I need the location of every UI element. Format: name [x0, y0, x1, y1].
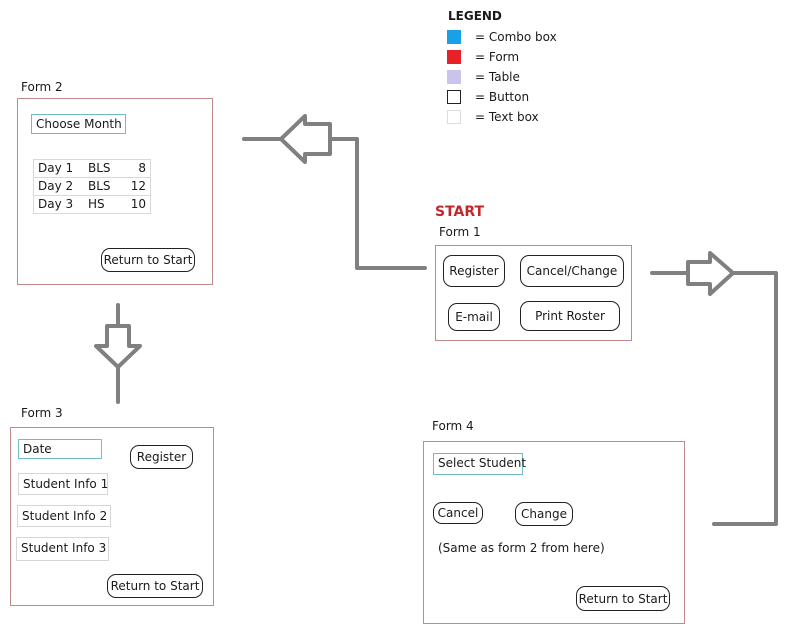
table-cell: HS — [84, 195, 122, 214]
legend-label: = Table — [475, 70, 520, 84]
legend-label: = Combo box — [475, 30, 557, 44]
form-swatch-icon — [447, 50, 461, 64]
print-roster-button[interactable]: Print Roster — [520, 301, 620, 331]
form2-box: Choose Month Day 1 BLS 8 Day 2 BLS 12 Da… — [17, 98, 213, 285]
legend-item-button: = Button — [447, 90, 529, 104]
table-cell: 12 — [122, 177, 151, 196]
table-row: Day 2 BLS 12 — [33, 177, 151, 196]
student-info-3-textbox[interactable]: Student Info 3 — [16, 537, 109, 561]
table-cell: Day 2 — [33, 177, 84, 196]
text-box-swatch-icon — [447, 110, 461, 124]
table-cell: 8 — [122, 159, 151, 178]
table-swatch-icon — [447, 70, 461, 84]
table-cell: 10 — [122, 195, 151, 214]
start-label: START — [435, 204, 485, 220]
form4-return-to-start-button[interactable]: Return to Start — [576, 586, 670, 611]
table-row: Day 3 HS 10 — [33, 195, 151, 214]
form4-note: (Same as form 2 from here) — [438, 541, 605, 555]
table-cell: Day 1 — [33, 159, 84, 178]
legend-item-table: = Table — [447, 70, 520, 84]
form2-label: Form 2 — [21, 80, 63, 94]
form2-return-to-start-button[interactable]: Return to Start — [101, 248, 195, 272]
table-cell: Day 3 — [33, 195, 84, 214]
legend-item-text-box: = Text box — [447, 110, 539, 124]
change-button[interactable]: Change — [515, 502, 573, 526]
form3-return-to-start-button[interactable]: Return to Start — [107, 574, 203, 598]
cancel-button[interactable]: Cancel — [433, 502, 483, 524]
form3-label: Form 3 — [21, 406, 63, 420]
legend-title: LEGEND — [448, 9, 502, 23]
combo-box-swatch-icon — [447, 30, 461, 44]
button-swatch-icon — [447, 90, 461, 104]
arrow-form1-to-form2 — [242, 114, 427, 270]
choose-month-combo[interactable]: Choose Month — [31, 114, 126, 134]
select-student-combo[interactable]: Select Student — [433, 453, 526, 475]
legend-label: = Text box — [475, 110, 539, 124]
form1-box: Register Cancel/Change E-mail Print Rost… — [435, 245, 632, 341]
table-cell: BLS — [84, 177, 122, 196]
cancel-change-button[interactable]: Cancel/Change — [520, 255, 624, 287]
form3-box: Date Register Student Info 1 Student Inf… — [10, 427, 214, 606]
legend-item-form: = Form — [447, 50, 519, 64]
email-button[interactable]: E-mail — [448, 303, 500, 331]
student-info-2-textbox[interactable]: Student Info 2 — [17, 505, 111, 527]
date-combo[interactable]: Date — [18, 439, 102, 459]
schedule-table: Day 1 BLS 8 Day 2 BLS 12 Day 3 HS 10 — [33, 159, 151, 214]
table-row: Day 1 BLS 8 — [33, 159, 151, 178]
form4-label: Form 4 — [432, 419, 474, 433]
arrow-form2-to-form3 — [94, 303, 142, 404]
legend-label: = Form — [475, 50, 520, 64]
legend-label: = Button — [475, 90, 530, 104]
legend-item-combo-box: = Combo box — [447, 30, 557, 44]
table-cell: BLS — [84, 159, 122, 178]
form1-label: Form 1 — [439, 225, 481, 239]
register-button[interactable]: Register — [443, 255, 505, 287]
student-info-1-textbox[interactable]: Student Info 1 — [18, 473, 108, 495]
form4-box: Select Student Cancel Change (Same as fo… — [423, 441, 685, 624]
form3-register-button[interactable]: Register — [130, 445, 193, 469]
